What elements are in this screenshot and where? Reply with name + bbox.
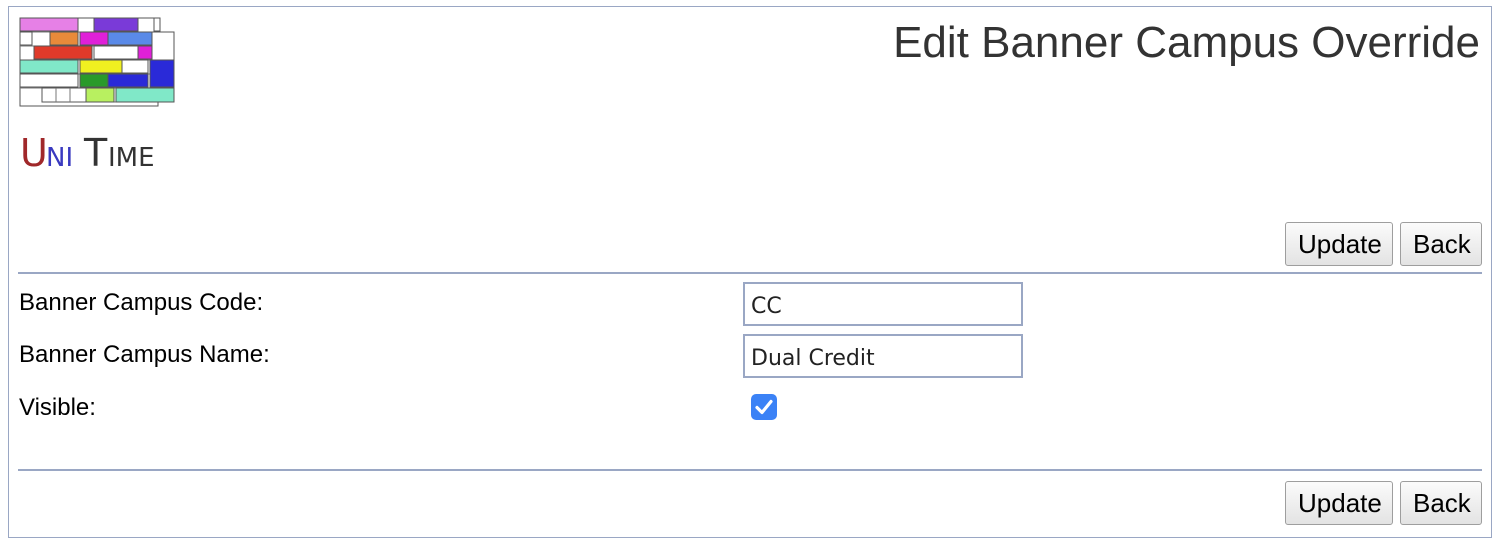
header-divider	[18, 272, 1482, 274]
svg-text:IME: IME	[108, 143, 155, 173]
footer-divider	[18, 469, 1482, 471]
campus-code-label: Banner Campus Code:	[19, 289, 264, 316]
visible-label: Visible:	[19, 394, 96, 421]
back-button-top[interactable]: Back	[1400, 222, 1482, 266]
update-button-bottom[interactable]: Update	[1285, 481, 1393, 525]
campus-name-label: Banner Campus Name:	[19, 341, 270, 368]
svg-text:T: T	[83, 131, 108, 175]
campus-name-input[interactable]	[743, 334, 1023, 378]
visible-checkbox[interactable]	[751, 394, 777, 420]
svg-text:NI: NI	[46, 143, 73, 173]
page-title: Edit Banner Campus Override	[893, 18, 1480, 67]
checkmark-icon	[751, 394, 777, 420]
svg-text:U: U	[20, 131, 48, 175]
back-button-bottom[interactable]: Back	[1400, 481, 1482, 525]
campus-code-input[interactable]	[743, 282, 1023, 326]
unitime-logo-icon: U NI T IME	[18, 16, 178, 178]
update-button-top[interactable]: Update	[1285, 222, 1393, 266]
